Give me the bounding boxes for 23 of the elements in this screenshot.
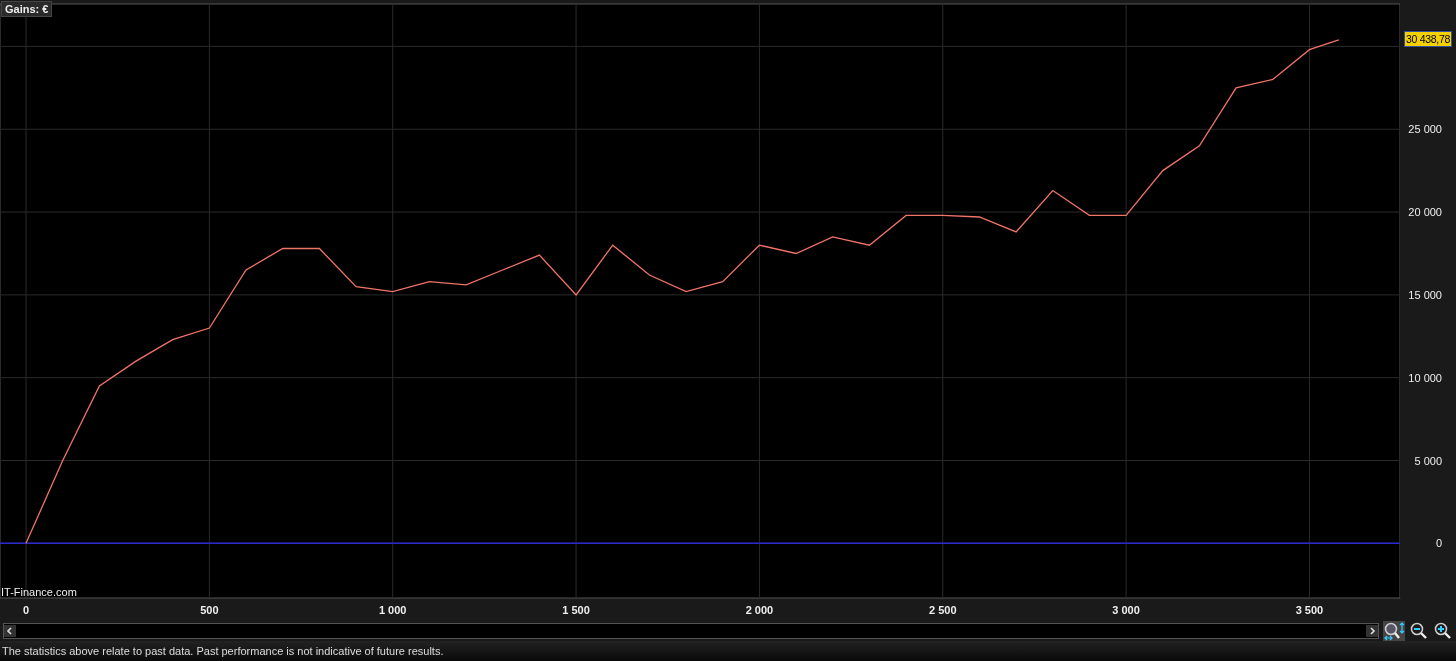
y-tick-label: 25 000 (1408, 123, 1442, 136)
x-tick-label: 3 000 (1112, 604, 1140, 616)
x-tick-label: 1 000 (378, 604, 407, 616)
zoom-out-icon[interactable] (1409, 620, 1429, 641)
y-tick-label: 10 000 (1408, 371, 1442, 384)
x-tick-label: 1 500 (562, 604, 590, 616)
horizontal-scrollbar[interactable] (3, 622, 1379, 639)
x-tick-label: 2 500 (929, 604, 957, 616)
y-tick-label: 5 000 (1414, 454, 1442, 467)
zoom-in-icon[interactable] (1433, 620, 1453, 641)
scroll-left-icon[interactable] (4, 624, 16, 637)
y-tick-label: 15 000 (1408, 288, 1442, 301)
y-tick-label: 20 000 (1408, 206, 1442, 219)
x-tick-label: 0 (22, 604, 30, 616)
scroll-right-icon[interactable] (1366, 624, 1378, 637)
x-tick-label: 500 (200, 604, 219, 616)
x-tick-label: 2 000 (745, 604, 774, 616)
y-tick-label: 0 (1435, 537, 1442, 550)
chart-label: Gains: € (1, 1, 53, 17)
credit-text: IT-Finance.com (1, 586, 77, 598)
disclaimer-text: The statistics above relate to past data. Past performance is not indicative of future results. (2, 645, 444, 657)
zoom-fit-icon[interactable] (1383, 620, 1405, 641)
x-tick-label: 3 500 (1295, 604, 1324, 616)
